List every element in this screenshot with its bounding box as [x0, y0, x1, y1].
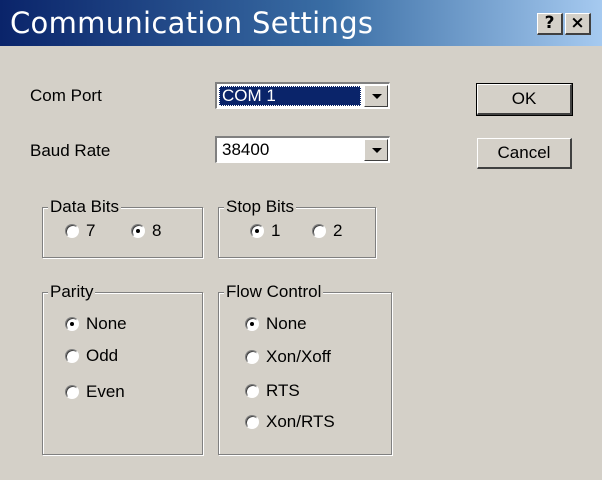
baud-rate-dropdown-arrow-icon[interactable] — [364, 139, 388, 161]
close-button[interactable]: × — [565, 13, 591, 35]
radio-selected-icon — [131, 224, 145, 238]
data-bits-option-label: 7 — [86, 221, 96, 240]
cancel-button[interactable]: Cancel — [477, 138, 572, 169]
window-title: Communication Settings — [10, 6, 374, 40]
baud-rate-value: 38400 — [222, 140, 270, 159]
stop-bits-group: Stop Bits 1 2 — [218, 197, 376, 258]
com-port-select[interactable]: COM 1 — [215, 82, 390, 109]
flow-control-label: Flow Control — [224, 282, 324, 302]
radio-selected-icon — [250, 224, 264, 238]
flow-control-group: Flow Control None Xon/Xoff RTS Xon/RTS — [218, 282, 392, 455]
stop-bits-option-label: 1 — [271, 221, 281, 240]
communication-settings-dialog: Communication Settings ? × Com Port COM … — [0, 0, 602, 480]
baud-rate-label: Baud Rate — [30, 141, 111, 160]
radio-selected-icon — [65, 317, 79, 331]
radio-icon — [65, 224, 79, 238]
parity-option-label: None — [86, 314, 127, 333]
com-port-dropdown-arrow-icon[interactable] — [364, 85, 388, 107]
data-bits-label: Data Bits — [48, 197, 121, 217]
radio-icon — [245, 384, 259, 398]
flow-control-option-label: Xon/RTS — [266, 412, 335, 431]
flow-control-option-label: Xon/Xoff — [266, 347, 331, 366]
flow-control-option-label: None — [266, 314, 307, 333]
ok-button[interactable]: OK — [476, 83, 573, 116]
parity-label: Parity — [48, 282, 96, 302]
baud-rate-select[interactable]: 38400 — [215, 136, 390, 163]
flow-control-option-label: RTS — [266, 381, 300, 400]
radio-selected-icon — [245, 317, 259, 331]
stop-bits-option-label: 2 — [333, 221, 343, 240]
radio-icon — [245, 350, 259, 364]
radio-icon — [245, 415, 259, 429]
stop-bits-label: Stop Bits — [224, 197, 297, 217]
parity-option-label: Odd — [86, 346, 119, 365]
parity-group: Parity None Odd Even — [42, 282, 203, 455]
data-bits-option-label: 8 — [152, 221, 162, 240]
radio-icon — [65, 385, 79, 399]
title-bar[interactable]: Communication Settings ? × — [0, 0, 602, 46]
data-bits-group: Data Bits 7 8 — [42, 197, 203, 258]
radio-icon — [65, 349, 79, 363]
com-port-value: COM 1 — [219, 86, 361, 106]
help-button[interactable]: ? — [537, 13, 563, 35]
com-port-label: Com Port — [30, 86, 102, 105]
radio-icon — [312, 224, 326, 238]
parity-option-label: Even — [86, 382, 125, 401]
